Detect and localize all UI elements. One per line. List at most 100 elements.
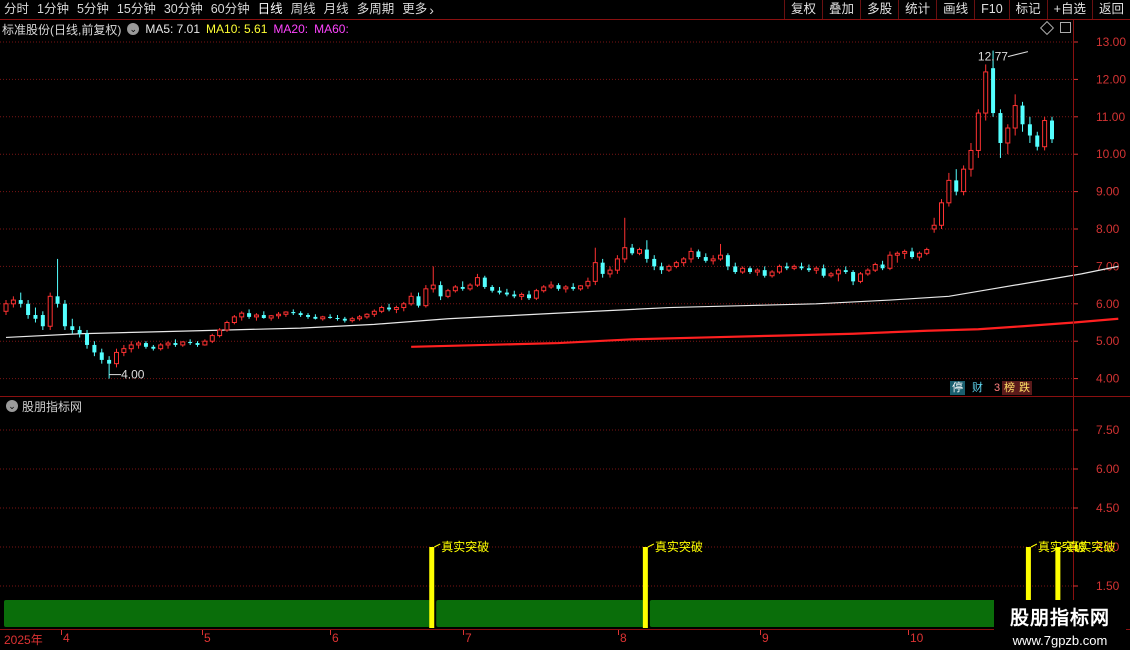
candle-body: [784, 266, 789, 269]
toolbar-button-8[interactable]: 返回: [1091, 0, 1130, 19]
candle-body: [578, 285, 584, 290]
candle-body: [298, 313, 303, 316]
candle-body: [916, 252, 922, 258]
period-tab-5[interactable]: 60分钟: [207, 0, 254, 19]
candle-body: [622, 247, 628, 260]
candle-body: [113, 351, 119, 365]
chevron-right-icon[interactable]: ›: [429, 2, 434, 18]
toolbar-button-3[interactable]: 统计: [898, 0, 936, 19]
candle-body: [261, 315, 266, 319]
candle-body: [754, 269, 760, 273]
candle-body: [991, 68, 996, 114]
candle-body: [563, 286, 569, 290]
time-tick: [463, 630, 464, 635]
toolbar-button-0[interactable]: 复权: [784, 0, 822, 19]
candle-body: [239, 312, 245, 318]
badge-suspend[interactable]: 停: [950, 381, 965, 395]
toolbar-button-5[interactable]: F10: [974, 0, 1009, 19]
candle-body: [821, 268, 826, 276]
candle-body: [887, 254, 893, 269]
candle-body: [349, 318, 355, 322]
candle-body: [975, 112, 981, 151]
period-tab-6[interactable]: 日线: [254, 0, 287, 19]
candle-body: [857, 273, 863, 282]
toolbar: 分时 1分钟 5分钟 15分钟 30分钟 60分钟 日线 周线 月线 多周期 更多 › 复权 叠加 多股统…: [0, 0, 1130, 20]
period-tab-4[interactable]: 30分钟: [160, 0, 207, 19]
candle-body: [571, 286, 576, 289]
period-tab-3[interactable]: 15分钟: [113, 0, 160, 19]
candle-body: [548, 284, 554, 288]
toolbar-button-2[interactable]: 多股: [860, 0, 898, 19]
price-label: 9.00: [1096, 185, 1120, 199]
badge-fall[interactable]: 跌: [1017, 381, 1032, 395]
candle-body: [10, 299, 16, 305]
candle-body: [430, 284, 436, 290]
candle-body: [902, 250, 908, 254]
candle-body: [107, 359, 112, 364]
candle-body: [3, 303, 9, 312]
candle-body: [335, 318, 340, 320]
low-label: 4.00: [121, 368, 145, 382]
candle-body: [55, 296, 60, 304]
badge-finance[interactable]: 财: [970, 381, 985, 395]
time-tick: [760, 630, 761, 635]
candle-body: [954, 180, 959, 192]
candle-body: [688, 250, 694, 260]
toolbar-button-7[interactable]: +自选: [1046, 0, 1092, 19]
candle-body: [1005, 127, 1011, 144]
signal-label: 真实突破: [1067, 539, 1115, 554]
time-label-3: 6: [332, 631, 339, 645]
candle-body: [806, 268, 811, 271]
candle-body: [696, 251, 701, 258]
candle-body: [482, 277, 487, 287]
candle-body: [188, 341, 193, 344]
watermark-url: www.7gpzb.com: [1012, 633, 1108, 648]
period-tabs: 分时 1分钟 5分钟 15分钟 30分钟 60分钟 日线 周线 月线 多周期 更多 ›: [0, 0, 434, 19]
candle-body: [681, 258, 687, 264]
ma-line-white: [5, 265, 1119, 339]
candle-body: [636, 249, 642, 254]
time-label-5: 8: [620, 631, 627, 645]
period-tab-7[interactable]: 周线: [287, 0, 320, 19]
ind-axis-label: 6.00: [1096, 462, 1120, 476]
candle-body: [438, 285, 443, 297]
candle-body: [313, 316, 318, 319]
candle-body: [1027, 124, 1032, 136]
candle-body: [541, 286, 547, 292]
toolbar-button-6[interactable]: 标记: [1008, 0, 1047, 19]
candle-body: [136, 342, 142, 346]
candle-body: [320, 316, 326, 320]
period-tab-8[interactable]: 月线: [320, 0, 353, 19]
signal-tick: [434, 543, 441, 548]
badge-count[interactable]: 3: [994, 381, 1000, 395]
ind-axis-label: 7.50: [1096, 423, 1120, 437]
candle-body: [445, 290, 451, 297]
candle-body: [85, 333, 90, 345]
period-tab-0[interactable]: 分时: [0, 0, 33, 19]
candle-body: [490, 286, 495, 291]
period-tab-10[interactable]: 更多: [398, 0, 431, 19]
candle-body: [740, 267, 746, 273]
candle-body: [33, 315, 38, 319]
band-segment: [436, 600, 644, 627]
candle-body: [747, 268, 752, 273]
signal-bar: [642, 547, 648, 628]
period-tab-9[interactable]: 多周期: [353, 0, 399, 19]
toolbar-button-1[interactable]: 叠加: [822, 0, 860, 19]
candle-body: [527, 294, 531, 299]
candle-body: [247, 313, 252, 317]
candle-body: [99, 352, 104, 360]
candle-body: [128, 344, 134, 350]
candle-body: [423, 288, 429, 307]
badge-rank[interactable]: 榜: [1002, 381, 1017, 395]
candle-body: [195, 343, 200, 345]
band-segment: [649, 600, 1027, 627]
candle-body: [77, 329, 82, 334]
candle-body: [910, 251, 915, 258]
candle-body: [393, 307, 399, 310]
toolbar-button-4[interactable]: 画线: [936, 0, 974, 19]
period-tab-1[interactable]: 1分钟: [33, 0, 73, 19]
period-tab-2[interactable]: 5分钟: [73, 0, 113, 19]
candle-body: [652, 258, 657, 267]
candle-body: [62, 303, 67, 327]
